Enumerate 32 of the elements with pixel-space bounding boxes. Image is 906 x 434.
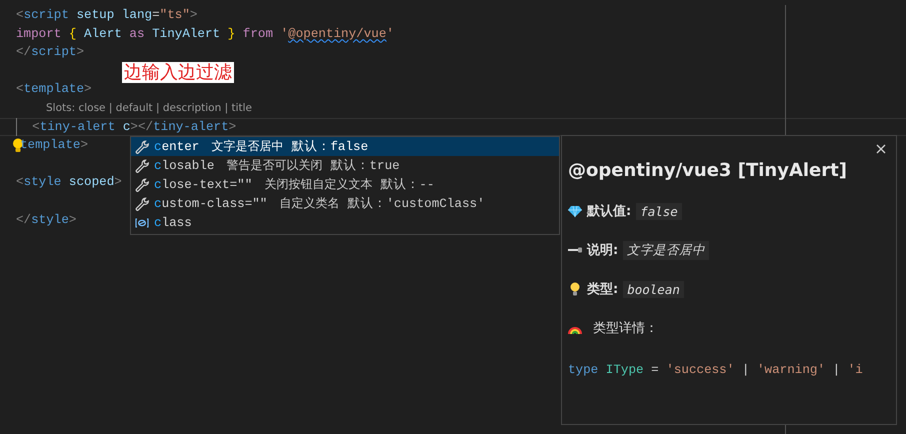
code-line: </style> bbox=[16, 212, 76, 229]
diamond-icon bbox=[568, 204, 582, 218]
suggestion-item[interactable]: class bbox=[131, 213, 559, 232]
suggestion-item[interactable]: center 文字是否居中 默认：false bbox=[131, 137, 559, 156]
wrench-icon bbox=[135, 158, 149, 172]
suggestion-item[interactable]: close-text="" 关闭按钮自定义文本 默认：-- bbox=[131, 175, 559, 194]
field-value: 文字是否居中 bbox=[623, 240, 710, 260]
code-line: template> bbox=[20, 137, 88, 154]
field-value: false bbox=[636, 202, 682, 220]
codelens-text[interactable]: Slots: close | default | description | title bbox=[16, 98, 252, 118]
close-icon bbox=[874, 142, 888, 156]
field-label: 说明: bbox=[587, 242, 618, 259]
field-label: 默认值: bbox=[587, 203, 632, 220]
code-line: import { Alert as TinyAlert } from '@opentiny/vue' bbox=[16, 26, 394, 43]
field-icon bbox=[135, 216, 149, 230]
section-heading: 类型详情： bbox=[593, 320, 658, 337]
close-button[interactable] bbox=[874, 142, 888, 156]
code-line: <script setup lang="ts"> bbox=[16, 7, 198, 24]
annotation-label: 边输入边过滤 bbox=[122, 62, 234, 83]
lightbulb-icon bbox=[568, 282, 582, 296]
wrench-icon bbox=[135, 196, 149, 210]
code-line: <style scoped> bbox=[16, 174, 122, 192]
suggestion-item[interactable]: custom-class="" 自定义类名 默认：'customClass' bbox=[131, 194, 559, 213]
hover-title: @opentiny/vue3 [TinyAlert] bbox=[568, 160, 848, 181]
wrench-icon bbox=[135, 178, 149, 192]
suggestion-item[interactable]: closable 警告是否可以关闭 默认：true bbox=[131, 156, 559, 175]
wrench-icon bbox=[135, 140, 149, 154]
type-definition: type IType = 'success' | 'warning' | 'i bbox=[568, 363, 864, 377]
field-label: 类型: bbox=[587, 281, 618, 298]
code-line: </script> bbox=[16, 44, 84, 62]
code-line: <template> bbox=[16, 81, 92, 98]
field-value: boolean bbox=[623, 280, 684, 298]
